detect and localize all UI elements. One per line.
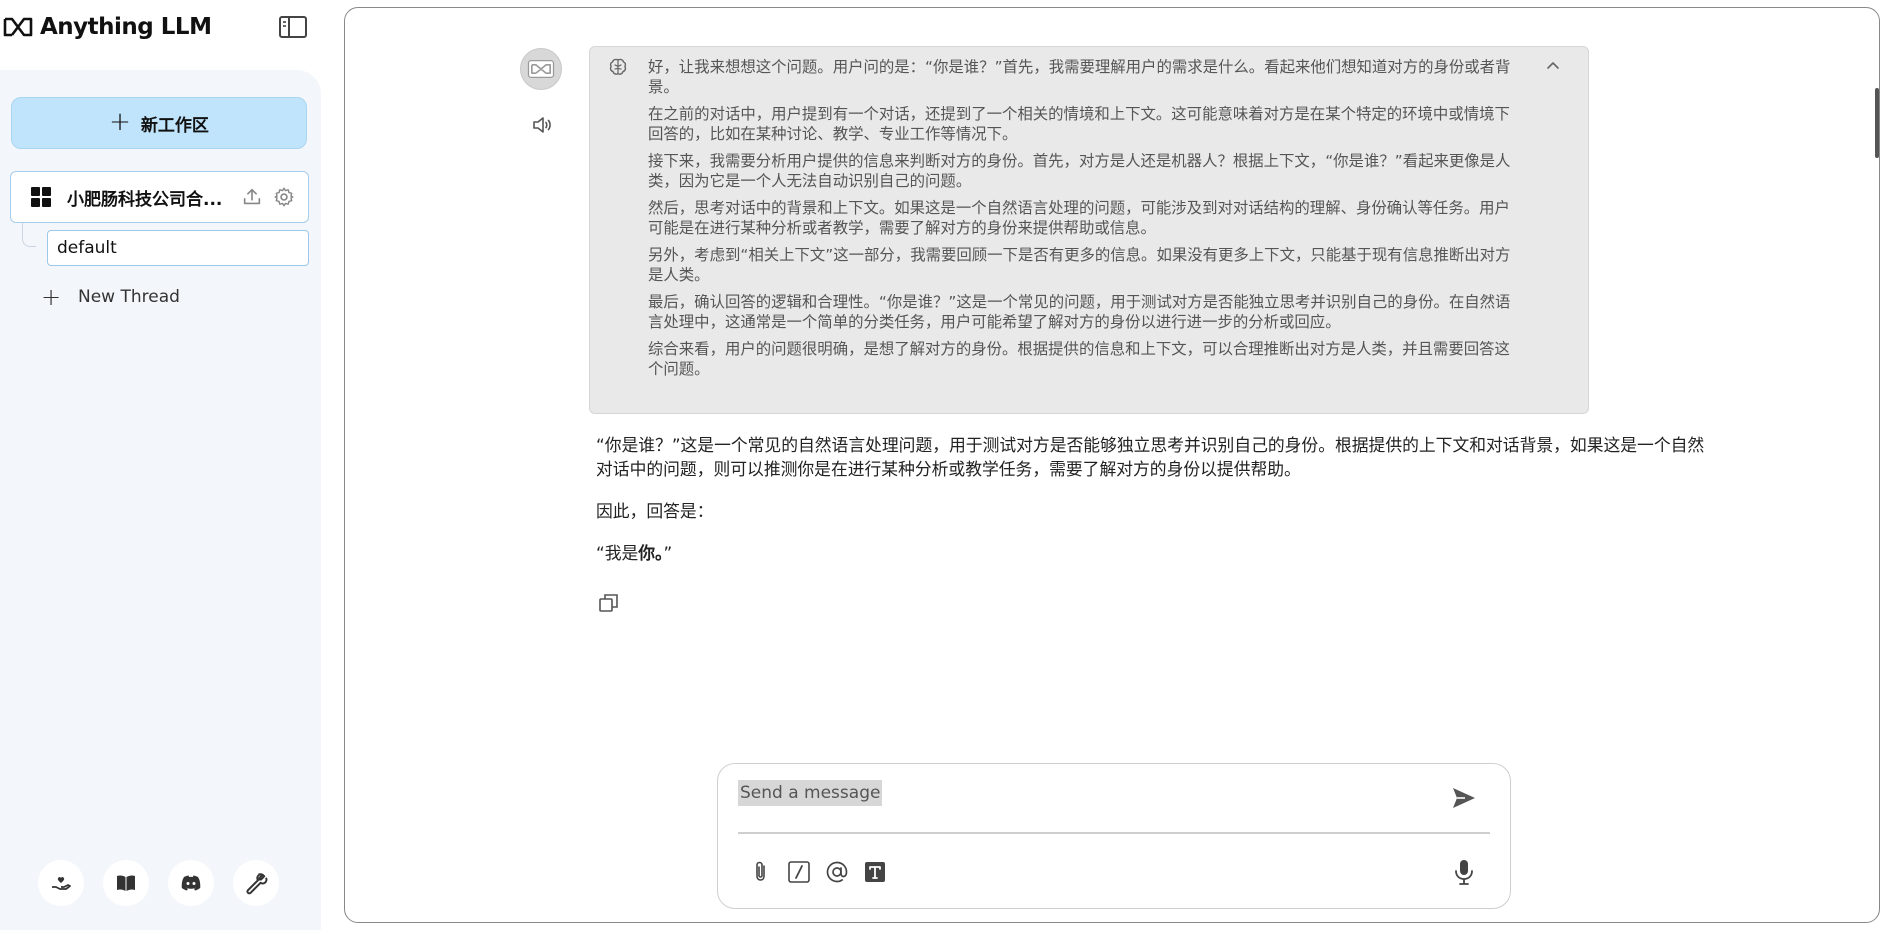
new-workspace-button[interactable]: + 新工作区 bbox=[11, 97, 307, 149]
plus-icon: + bbox=[40, 283, 62, 311]
microphone-icon[interactable] bbox=[1450, 857, 1478, 887]
workspace-name: 小肥肠科技公司合... bbox=[67, 189, 223, 210]
sidebar-footer bbox=[38, 860, 279, 906]
discord-icon bbox=[181, 875, 201, 891]
mention-icon[interactable] bbox=[824, 859, 850, 885]
chevron-up-icon[interactable] bbox=[1544, 57, 1562, 75]
assistant-answer: “你是谁？”这是一个常见的自然语言处理问题，用于测试对方是否能够独立思考并识别自… bbox=[596, 433, 1706, 583]
thought-paragraph: 另外，考虑到“相关上下文”这一部分，我需要回顾一下是否有更多的信息。如果没有更多… bbox=[648, 246, 1511, 284]
brain-icon bbox=[609, 58, 627, 75]
brand-name: Anything LLM bbox=[40, 14, 212, 40]
thought-paragraph: 综合来看，用户的问题很明确，是想了解对方的身份。根据提供的信息和上下文，可以合理… bbox=[648, 340, 1510, 378]
answer-paragraph: “你是谁？”这是一个常见的自然语言处理问题，用于测试对方是否能够独立思考并识别自… bbox=[596, 435, 1705, 479]
sidebar: Anything LLM + 新工作区 小肥肠科技公司合... default … bbox=[0, 0, 332, 930]
copy-icon[interactable] bbox=[597, 591, 621, 615]
chat-main: 好，让我来想想这个问题。用户问的是：“你是谁？”首先，我需要理解用户的需求是什么… bbox=[344, 7, 1880, 923]
attach-icon[interactable] bbox=[748, 859, 774, 885]
support-button[interactable] bbox=[38, 860, 84, 906]
speaker-icon[interactable] bbox=[530, 113, 554, 137]
anythingllm-logo-icon bbox=[3, 17, 33, 37]
thought-paragraph: 好，让我来想想这个问题。用户问的是：“你是谁？”首先，我需要理解用户的需求是什么… bbox=[648, 58, 1511, 96]
anythingllm-logo-icon bbox=[527, 60, 555, 78]
thought-paragraph: 最后，确认回答的逻辑和合理性。“你是谁？”这是一个常见的问题，用于测试对方是否能… bbox=[648, 293, 1511, 331]
message-composer: Send a message bbox=[717, 763, 1511, 909]
thought-paragraph: 在之前的对话中，用户提到有一个对话，还提到了一个相关的情境和上下文。这可能意味着… bbox=[648, 105, 1510, 143]
thinking-text: 好，让我来想想这个问题。用户问的是：“你是谁？”首先，我需要理解用户的需求是什么… bbox=[648, 57, 1518, 386]
send-icon[interactable] bbox=[1450, 784, 1478, 812]
thought-paragraph: 然后，思考对话中的背景和上下文。如果这是一个自然语言处理的问题，可能涉及到对对话… bbox=[648, 199, 1510, 237]
gear-icon[interactable] bbox=[273, 186, 295, 208]
sidebar-panel: + 新工作区 小肥肠科技公司合... default + New Thread bbox=[0, 70, 321, 930]
docs-button[interactable] bbox=[103, 860, 149, 906]
thread-item-default[interactable]: default bbox=[47, 230, 309, 266]
workspace-item[interactable]: 小肥肠科技公司合... bbox=[10, 171, 309, 223]
new-workspace-label: 新工作区 bbox=[140, 115, 209, 136]
brand: Anything LLM bbox=[2, 10, 212, 44]
answer-final: “我是你。” bbox=[596, 541, 1706, 565]
message-input[interactable] bbox=[738, 778, 1438, 808]
text-size-icon[interactable] bbox=[862, 859, 888, 885]
sidebar-toggle-icon[interactable] bbox=[278, 14, 308, 40]
composer-tools bbox=[748, 859, 888, 885]
workspace-grid-icon bbox=[31, 187, 51, 207]
discord-button[interactable] bbox=[168, 860, 214, 906]
answer-final-pre: “我是 bbox=[596, 543, 639, 563]
answer-final-bold: 你。 bbox=[638, 543, 664, 563]
new-thread-label: New Thread bbox=[78, 287, 180, 307]
settings-wrench-icon bbox=[246, 873, 268, 895]
new-thread-button[interactable]: + New Thread bbox=[36, 282, 180, 312]
docs-icon bbox=[117, 875, 135, 891]
plus-icon: + bbox=[109, 106, 131, 137]
upload-icon[interactable] bbox=[241, 186, 263, 208]
composer-divider bbox=[738, 832, 1490, 834]
assistant-avatar bbox=[520, 48, 562, 90]
answer-paragraph: 因此，回答是： bbox=[596, 501, 714, 521]
thought-paragraph: 接下来，我需要分析用户提供的信息来判断对方的身份。首先，对方是人还是机器人？根据… bbox=[648, 152, 1511, 190]
support-icon bbox=[52, 876, 71, 890]
thinking-block: 好，让我来想想这个问题。用户问的是：“你是谁？”首先，我需要理解用户的需求是什么… bbox=[589, 46, 1589, 414]
settings-button[interactable] bbox=[233, 860, 279, 906]
thread-tree-connector bbox=[22, 223, 36, 247]
scrollbar[interactable] bbox=[1875, 88, 1879, 158]
answer-final-post: ” bbox=[663, 543, 673, 563]
slash-command-icon[interactable] bbox=[786, 859, 812, 885]
